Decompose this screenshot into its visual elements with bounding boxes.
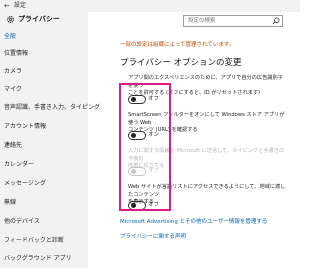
search-placeholder: 設定の検索: [188, 18, 216, 24]
sidebar-item-camera[interactable]: カメラ: [0, 65, 88, 80]
sidebar-item-background-apps[interactable]: バックグラウンド アプリ: [0, 252, 88, 267]
sidebar-item-other-devices[interactable]: 他のデバイス: [0, 215, 88, 230]
sidebar-item-account-info[interactable]: アカウント情報: [0, 120, 88, 135]
sidebar-item-location[interactable]: 位置情報: [0, 47, 88, 62]
back-arrow-icon[interactable]: ←: [4, 1, 10, 11]
privacy-statement-link[interactable]: プライバシーに関する声明: [120, 233, 186, 241]
window-title: 設定: [14, 2, 27, 9]
sidebar-item-contacts[interactable]: 連絡先: [0, 139, 88, 154]
gear-icon: [6, 15, 15, 24]
sidebar-item-messaging[interactable]: メッセージング: [0, 177, 88, 192]
managed-notice: 一部の設定は組織によって管理されています。: [120, 42, 235, 48]
sidebar-item-speech-inking-typing[interactable]: 音声認識、手書き入力、タイピング: [0, 101, 100, 116]
sidebar-item-microphone[interactable]: マイク: [0, 83, 88, 98]
sidebar-item-general[interactable]: 全般: [0, 30, 88, 45]
sidebar-item-feedback-diagnostics[interactable]: フィードバックと診断: [0, 234, 88, 249]
sidebar-header: プライバシー: [0, 12, 88, 27]
sidebar-item-radios[interactable]: 無線: [0, 196, 88, 211]
page-title: プライバシー オプションの変更: [120, 58, 242, 68]
title-bar: ← 設定: [0, 0, 300, 12]
sidebar-title: プライバシー: [18, 15, 60, 23]
sidebar: プライバシー 全般 位置情報 カメラ マイク 音声認識、手書き入力、タイピング …: [0, 12, 100, 268]
manage-advertising-link[interactable]: Microsoft Advertising とその他のユーザー情報を管理する: [120, 218, 267, 226]
search-input[interactable]: 設定の検索: [183, 15, 283, 27]
sidebar-item-calendar[interactable]: カレンダー: [0, 158, 88, 173]
highlight-box: [119, 83, 171, 211]
search-icon: [272, 17, 280, 25]
